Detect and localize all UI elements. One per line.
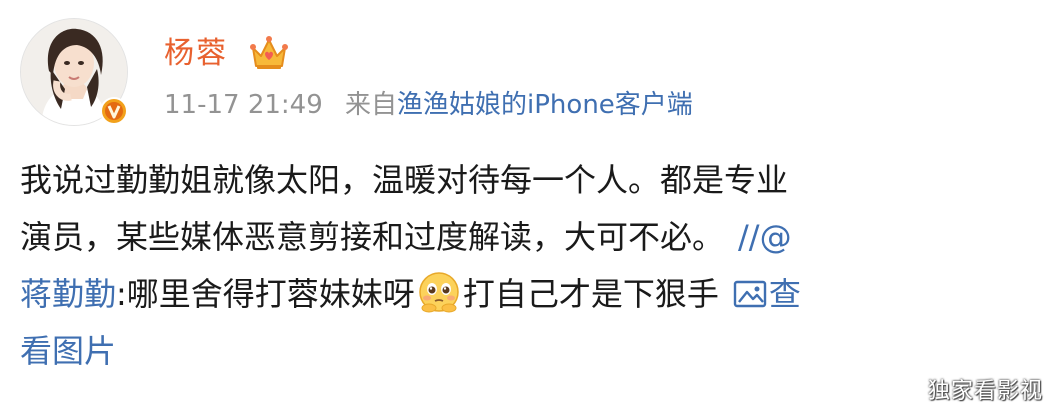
post-content: 我说过勤勤姐就像太阳，温暖对待每一个人。都是专业 演员，某些媒体恶意剪接和过度解… bbox=[20, 152, 1040, 380]
quote-text-2: 打自己才是下狠手 bbox=[462, 275, 719, 313]
post-line-1: 我说过勤勤姐就像太阳，温暖对待每一个人。都是专业 bbox=[20, 152, 1040, 209]
post-line-2: 演员，某些媒体恶意剪接和过度解读，大可不必。 //@ bbox=[20, 209, 1040, 266]
post-meta: 11-17 21:49 来自渔渔姑娘的iPhone客户端 bbox=[164, 88, 693, 122]
source-prefix: 来自 bbox=[345, 90, 398, 120]
post-text-1: 我说过勤勤姐就像太阳，温暖对待每一个人。都是专业 bbox=[20, 161, 789, 199]
quote-text-1: :哪里舍得打蓉妹妹呀 bbox=[116, 275, 415, 313]
repost-marker[interactable]: //@ bbox=[738, 218, 792, 256]
post-line-3: 蒋勤勤:哪里舍得打蓉妹妹呀 打自己才是下狠手 查 bbox=[20, 266, 1040, 323]
view-image-link-part1[interactable]: 查 bbox=[769, 275, 801, 313]
v-badge-icon bbox=[99, 96, 129, 126]
post-source[interactable]: 渔渔姑娘的iPhone客户端 bbox=[397, 90, 693, 120]
watermark: 独家看影视 bbox=[927, 379, 1043, 404]
mention-link[interactable]: 蒋勤勤 bbox=[20, 275, 116, 313]
user-name[interactable]: 杨蓉 bbox=[164, 36, 228, 72]
view-image-link-part2[interactable]: 看图片 bbox=[20, 332, 116, 370]
post-time[interactable]: 11-17 21:49 bbox=[164, 90, 323, 120]
pleading-face-emoji bbox=[417, 270, 461, 314]
post-line-4: 看图片 bbox=[20, 323, 1040, 380]
image-icon[interactable] bbox=[733, 270, 767, 308]
avatar-container[interactable] bbox=[20, 18, 128, 126]
crown-icon[interactable] bbox=[249, 34, 289, 72]
post-text-2: 演员，某些媒体恶意剪接和过度解读，大可不必。 bbox=[20, 218, 725, 256]
